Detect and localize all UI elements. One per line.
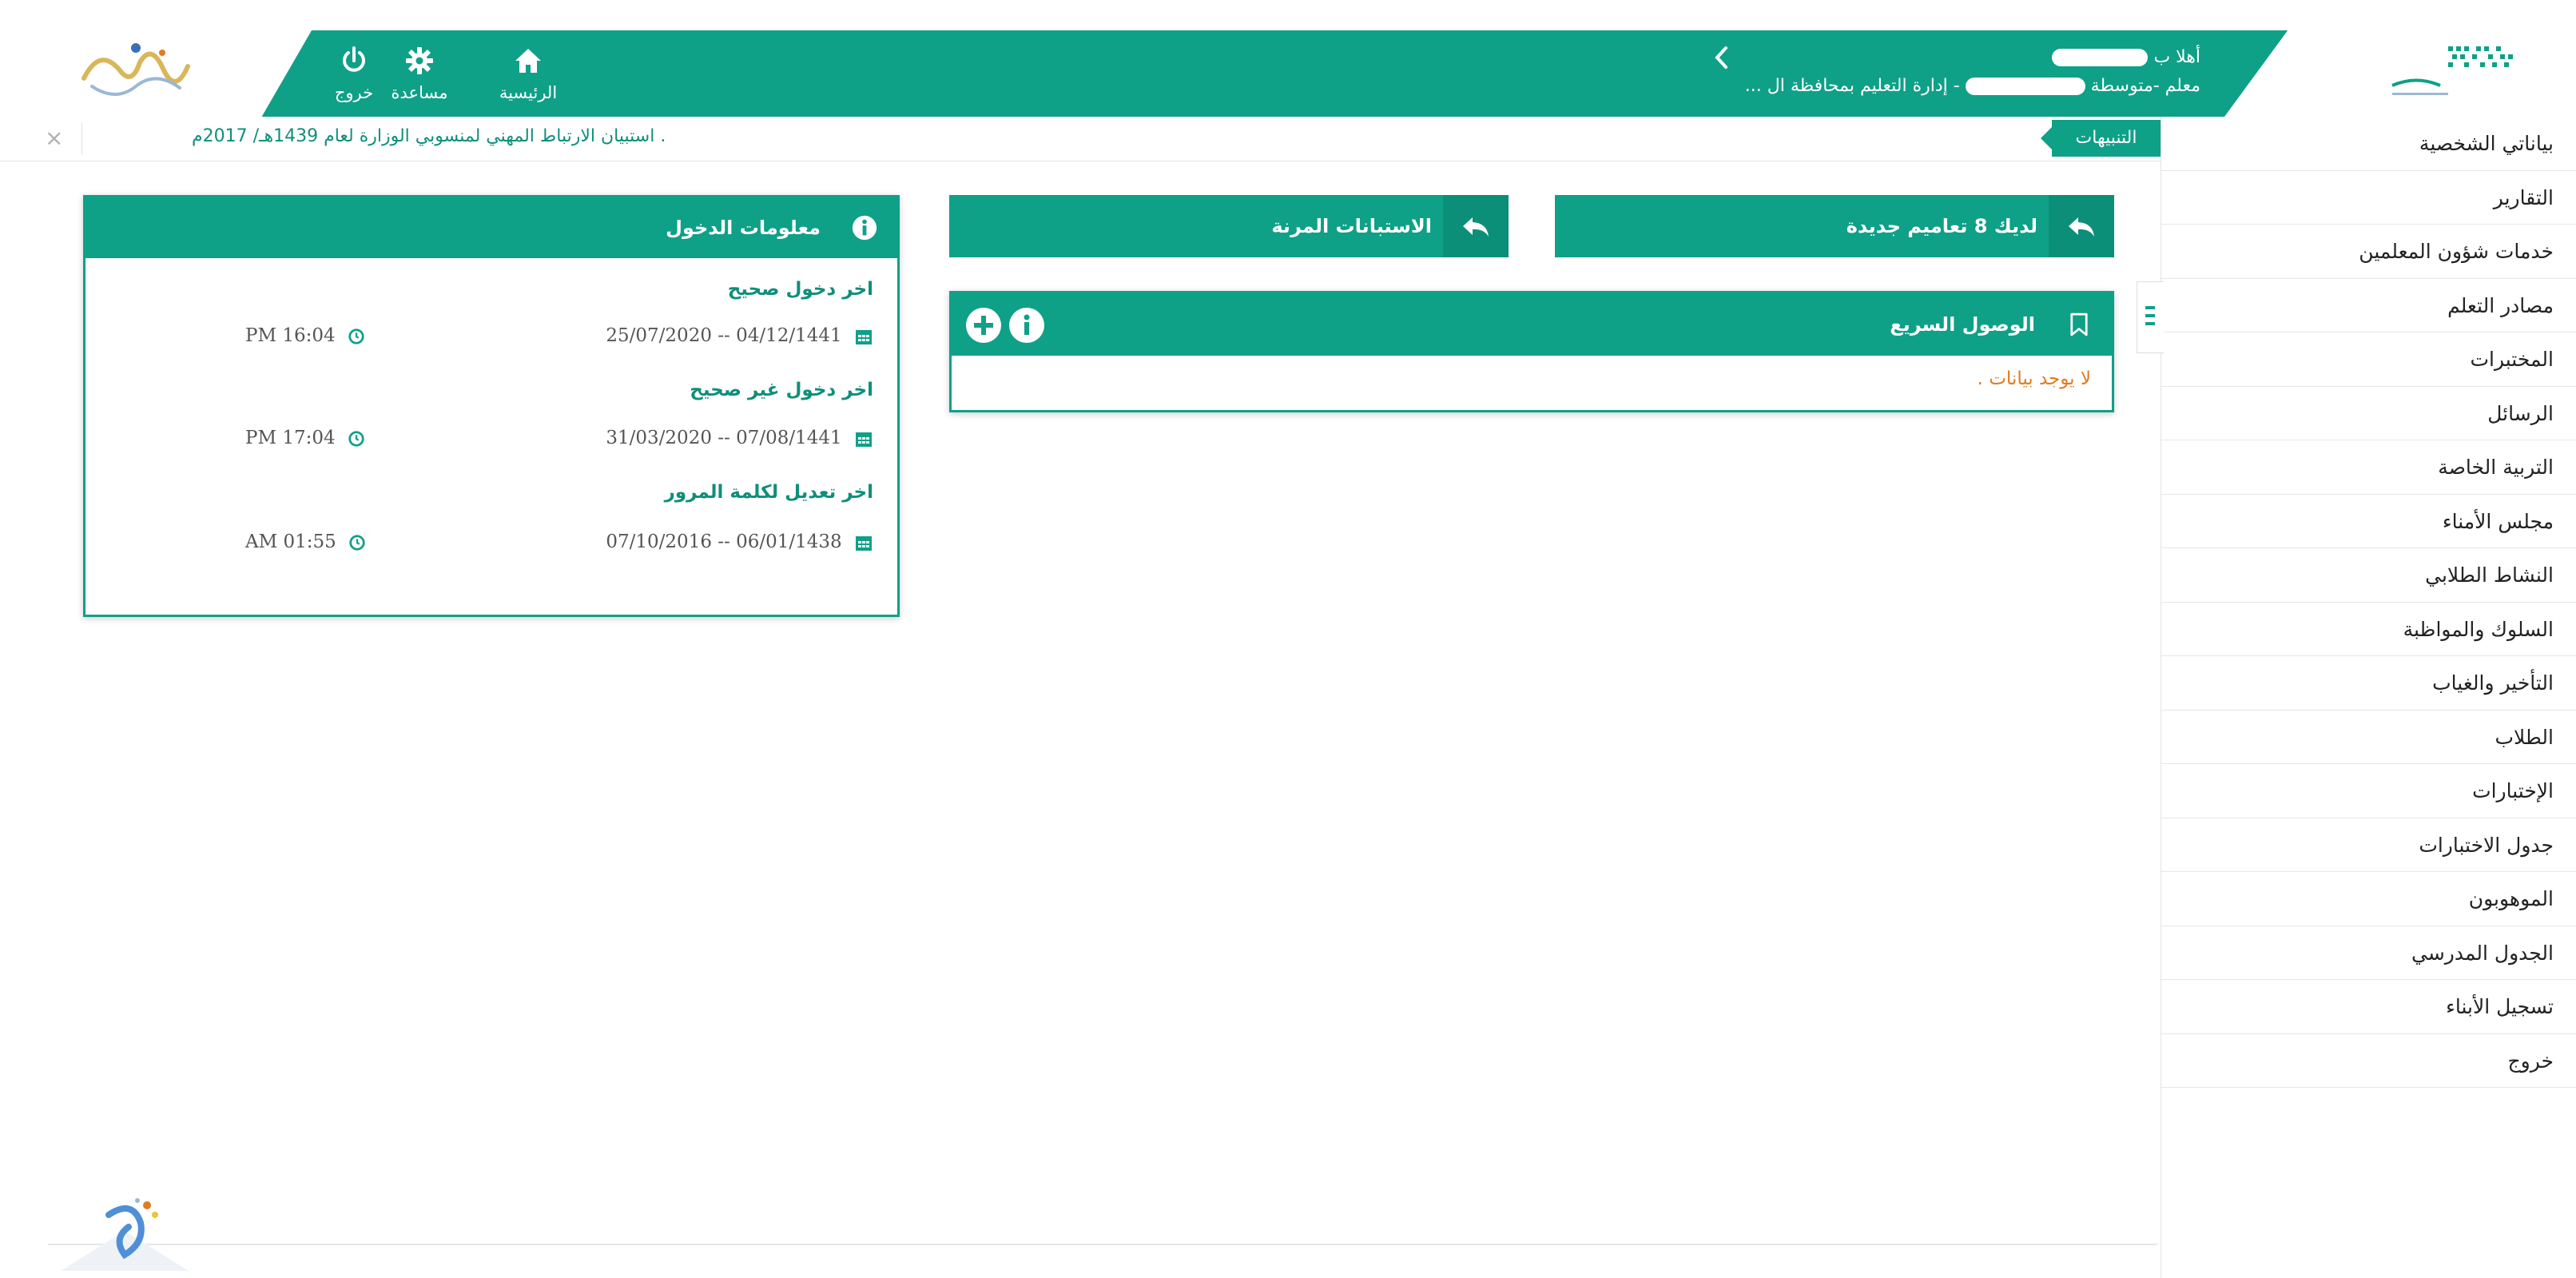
reply-icon bbox=[1463, 217, 1489, 237]
redacted-school bbox=[1965, 78, 2085, 95]
empty-message: لا يوجد بيانات . bbox=[1977, 368, 2091, 389]
sidebar-item-reports[interactable]: التقارير bbox=[2161, 171, 2576, 225]
power-icon bbox=[343, 46, 365, 72]
user-info: أهلا ب معلم -متوسطة - إدارة التعليم بمحا… bbox=[1401, 43, 2200, 101]
date-value: 07/10/2016 -- 06/01/1438 bbox=[606, 532, 842, 552]
surveys-text: الاستبانات المرنة bbox=[1271, 215, 1432, 237]
noor-logo bbox=[81, 43, 190, 96]
last-invalid-login-time: PM 17:04 bbox=[245, 428, 365, 448]
home-button[interactable]: الرئيسية bbox=[484, 40, 572, 109]
circulars-text: لديك 8 تعاميم جديدة bbox=[1846, 215, 2037, 237]
sidebar-item-teacher-services[interactable]: خدمات شؤون المعلمين bbox=[2161, 225, 2576, 279]
login-info-title: معلومات الدخول bbox=[666, 217, 821, 239]
user-school: معلم -متوسطة - إدارة التعليم بمحافظة ال … bbox=[1401, 72, 2200, 101]
greeting-prefix: أهلا ب bbox=[2153, 47, 2200, 67]
sidebar-item-exam-schedule[interactable]: جدول الاختبارات bbox=[2161, 818, 2576, 872]
school-suffix: - إدارة التعليم بمحافظة ال ... bbox=[1744, 76, 1960, 96]
redacted-name bbox=[2052, 49, 2149, 66]
announcement-tab: التنبيهات bbox=[2041, 120, 2161, 157]
date-value: 31/03/2020 -- 07/08/1441 bbox=[606, 428, 842, 448]
sidebar-item-register-children[interactable]: تسجيل الأبناء bbox=[2161, 980, 2576, 1034]
time-value: PM 17:04 bbox=[245, 428, 336, 448]
last-password-change-time: AM 01:55 bbox=[245, 532, 366, 552]
clock-icon bbox=[348, 431, 364, 447]
home-icon bbox=[515, 49, 541, 73]
sidebar-item-gifted[interactable]: الموهوبون bbox=[2161, 872, 2576, 926]
info-circle-icon bbox=[852, 215, 877, 241]
time-value: PM 16:04 bbox=[245, 325, 336, 346]
announcement-bar: × . استبيان الارتباط المهني لمنسوبي الوز… bbox=[0, 117, 2161, 161]
share-icon-box bbox=[1443, 195, 1509, 257]
quick-access-title: الوصول السريع bbox=[1890, 313, 2035, 336]
sidebar-item-exams[interactable]: الإختبارات bbox=[2161, 764, 2576, 818]
clock-icon bbox=[348, 328, 364, 344]
calendar-icon bbox=[856, 432, 872, 447]
announcement-text[interactable]: . استبيان الارتباط المهني لمنسوبي الوزار… bbox=[192, 126, 666, 146]
close-icon[interactable]: × bbox=[45, 125, 63, 151]
sidebar-item-students[interactable]: الطلاب bbox=[2161, 711, 2576, 764]
bookmark-icon-box bbox=[2046, 293, 2112, 356]
sidebar-item-behavior[interactable]: السلوك والمواظبة bbox=[2161, 603, 2576, 656]
circulars-card[interactable]: لديك 8 تعاميم جديدة bbox=[1555, 195, 2114, 257]
login-info-header: معلومات الدخول bbox=[85, 197, 897, 258]
menu-toggle[interactable] bbox=[2137, 281, 2164, 353]
divider bbox=[81, 123, 82, 155]
sidebar-item-learning-resources[interactable]: مصادر التعلم bbox=[2161, 279, 2576, 332]
bookmark-icon bbox=[2070, 313, 2088, 336]
footer-divider bbox=[48, 1244, 2157, 1245]
plus-icon bbox=[974, 316, 993, 335]
last-invalid-login-label: اخر دخول غير صحيح bbox=[690, 380, 873, 400]
top-bar: خروج مساعدة الرئيسية أهلا ب معلم -متوسطة… bbox=[0, 30, 2576, 117]
clock-icon bbox=[349, 535, 365, 551]
sidebar: بياناتي الشخصية التقارير خدمات شؤون المع… bbox=[2161, 117, 2576, 1278]
sidebar-item-board[interactable]: مجلس الأمناء bbox=[2161, 495, 2576, 548]
reply-icon bbox=[2069, 217, 2094, 237]
help-button[interactable]: مساعدة bbox=[376, 40, 463, 109]
sidebar-item-special-education[interactable]: التربية الخاصة bbox=[2161, 440, 2576, 495]
date-value: 25/07/2020 -- 04/12/1441 bbox=[606, 325, 842, 346]
last-invalid-login-date: 31/03/2020 -- 07/08/1441 bbox=[606, 428, 873, 448]
info-icon-box bbox=[832, 197, 897, 258]
last-password-change-date: 07/10/2016 -- 06/01/1438 bbox=[606, 532, 873, 552]
last-password-change-label: اخر تعديل لكلمة المرور bbox=[664, 482, 873, 503]
surveys-card[interactable]: الاستبانات المرنة bbox=[949, 195, 1509, 257]
info-button[interactable] bbox=[1009, 308, 1044, 343]
school-prefix: معلم -متوسطة bbox=[2090, 76, 2200, 96]
sidebar-item-personal-data[interactable]: بياناتي الشخصية bbox=[2161, 117, 2576, 171]
ministry-logo-area bbox=[2224, 30, 2576, 117]
login-info-panel: معلومات الدخول اخر دخول صحيح 25/07/2020 … bbox=[83, 195, 900, 617]
calendar-icon bbox=[856, 536, 872, 551]
menu-icon bbox=[2145, 306, 2155, 325]
add-button[interactable] bbox=[966, 308, 1001, 343]
last-valid-login-date: 25/07/2020 -- 04/12/1441 bbox=[606, 325, 873, 346]
help-label: مساعدة bbox=[391, 83, 448, 102]
time-value: AM 01:55 bbox=[245, 532, 336, 552]
sidebar-item-messages[interactable]: الرسائل bbox=[2161, 387, 2576, 440]
sidebar-item-labs[interactable]: المختبرات bbox=[2161, 332, 2576, 387]
quick-access-panel: الوصول السريع لا يوجد بيانات . bbox=[949, 291, 2114, 412]
sidebar-item-logout[interactable]: خروج bbox=[2161, 1034, 2576, 1088]
bottom-logo bbox=[61, 1198, 189, 1271]
user-greeting: أهلا ب bbox=[1401, 43, 2200, 72]
last-valid-login-time: PM 16:04 bbox=[245, 325, 365, 346]
gear-icon bbox=[406, 47, 433, 74]
last-valid-login-label: اخر دخول صحيح bbox=[727, 279, 873, 300]
share-icon-box bbox=[2049, 195, 2114, 257]
sidebar-item-student-activity[interactable]: النشاط الطلابي bbox=[2161, 548, 2576, 603]
sidebar-item-absence[interactable]: التأخير والغياب bbox=[2161, 656, 2576, 711]
logo-area bbox=[0, 30, 312, 117]
info-icon bbox=[1024, 314, 1030, 335]
ministry-of-education-logo bbox=[2391, 46, 2513, 95]
sidebar-item-school-schedule[interactable]: الجدول المدرسي bbox=[2161, 926, 2576, 980]
calendar-icon bbox=[856, 330, 872, 344]
home-label: الرئيسية bbox=[499, 83, 558, 102]
quick-access-header: الوصول السريع bbox=[952, 293, 2112, 356]
